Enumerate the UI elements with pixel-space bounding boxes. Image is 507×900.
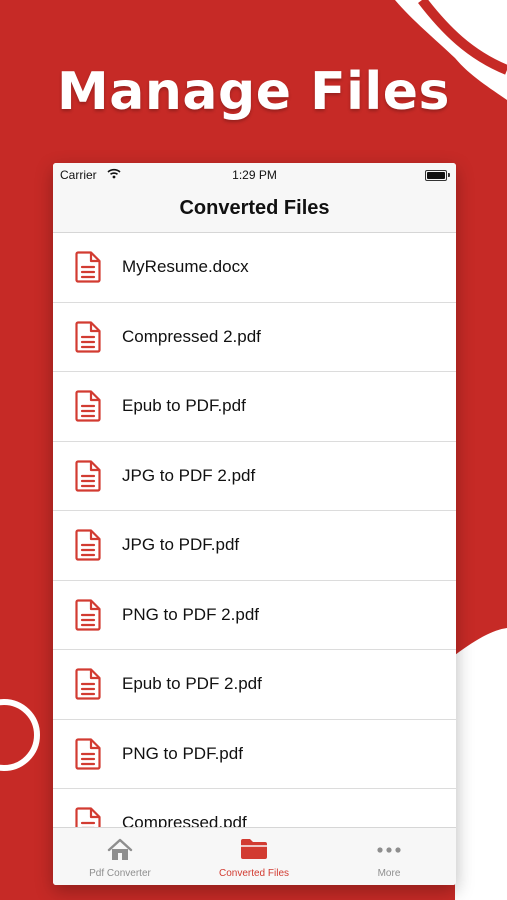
status-time: 1:29 PM	[232, 168, 277, 182]
file-row[interactable]: Compressed.pdf	[53, 789, 456, 827]
file-row[interactable]: Compressed 2.pdf	[53, 302, 456, 372]
file-name: Compressed 2.pdf	[122, 326, 261, 346]
file-name: JPG to PDF.pdf	[122, 535, 240, 554]
document-icon	[75, 668, 101, 700]
navigation-bar: Converted Files	[53, 187, 456, 233]
file-row[interactable]: PNG to PDF 2.pdf	[53, 580, 456, 650]
tab-bar: Pdf Converter Converted Files More	[53, 827, 456, 885]
page-headline: Manage Files	[57, 62, 450, 122]
file-row[interactable]: MyResume.docx	[53, 233, 456, 303]
white-lower-shape	[455, 628, 507, 900]
file-row[interactable]: JPG to PDF 2.pdf	[53, 441, 456, 511]
folder-icon	[240, 838, 268, 865]
file-row[interactable]: Epub to PDF.pdf	[53, 372, 456, 442]
file-name: JPG to PDF 2.pdf	[122, 465, 256, 485]
tab-label: Pdf Converter	[89, 868, 151, 879]
file-name: Compressed.pdf	[122, 813, 247, 827]
more-icon	[376, 841, 402, 859]
tab-more[interactable]: More	[322, 828, 456, 885]
document-icon	[75, 459, 101, 492]
phone-screen: Carrier 1:29 PM Converted Files MyResume…	[53, 163, 456, 885]
file-name: PNG to PDF.pdf	[122, 743, 243, 763]
white-ring-shape	[0, 699, 40, 771]
file-list[interactable]: MyResume.docx Compressed 2.pdf Epub to PDF…	[53, 233, 456, 827]
nav-title: Converted Files	[179, 197, 330, 219]
file-name: PNG to PDF 2.pdf	[122, 604, 259, 624]
tab-label: More	[377, 868, 401, 879]
tab-label: Converted Files	[218, 868, 290, 879]
file-name: Epub to PDF 2.pdf	[122, 674, 262, 693]
status-bar: Carrier 1:29 PM	[53, 163, 456, 187]
file-name: Epub to PDF.pdf	[122, 396, 246, 415]
document-icon	[75, 390, 101, 422]
home-icon	[107, 838, 133, 867]
file-name: MyResume.docx	[122, 257, 249, 276]
document-icon	[75, 251, 101, 283]
tab-pdf-converter[interactable]: Pdf Converter	[53, 828, 187, 885]
document-icon	[75, 598, 101, 631]
document-icon	[75, 807, 101, 827]
battery-tip	[448, 173, 450, 177]
file-row[interactable]: JPG to PDF.pdf	[53, 511, 456, 581]
file-row[interactable]: PNG to PDF.pdf	[53, 719, 456, 789]
battery-icon	[425, 170, 447, 181]
document-icon	[75, 320, 101, 353]
file-row[interactable]: Epub to PDF 2.pdf	[53, 650, 456, 720]
tab-converted-files[interactable]: Converted Files	[187, 828, 321, 885]
document-icon	[75, 529, 101, 561]
document-icon	[75, 737, 101, 770]
